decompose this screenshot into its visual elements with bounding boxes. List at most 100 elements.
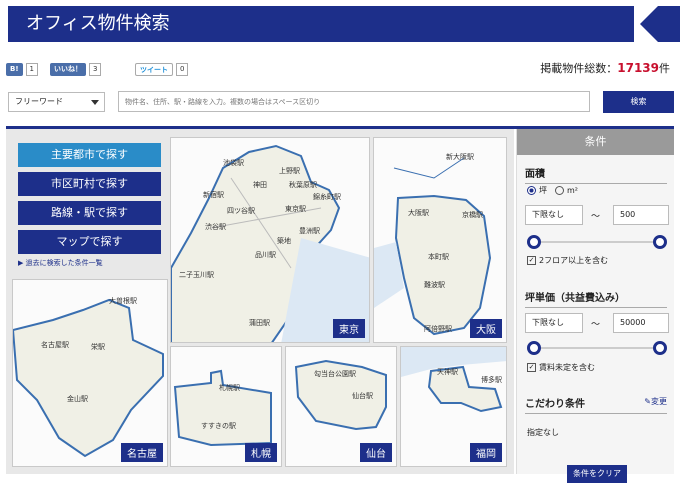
hatena-count: 1 [25, 62, 38, 76]
station-label: 博多駅 [481, 376, 502, 384]
price-min-select[interactable]: 下限なし [525, 313, 583, 333]
price-undetermined-checkbox[interactable]: ✓ 賃料未定を含む [527, 362, 595, 373]
page-title: オフィス物件検索 [8, 6, 634, 42]
total-unit: 件 [659, 62, 670, 75]
map-label-osaka[interactable]: 大阪 [470, 319, 502, 338]
station-label: 蒲田駅 [249, 319, 270, 327]
search-history-link[interactable]: ▶ 過去に検索した条件一覧 [18, 258, 103, 268]
tweet-label: ツイート [135, 62, 173, 76]
kodawari-title: こだわり条件 [525, 399, 585, 410]
station-label: 池袋駅 [223, 159, 244, 167]
map-label-fukuoka[interactable]: 福岡 [470, 443, 502, 462]
price-max-input[interactable]: 50000 [613, 313, 669, 333]
nav-line-station[interactable]: 路線・駅で探す [18, 201, 161, 225]
station-label: 二子玉川駅 [179, 271, 214, 279]
station-label: 京橋駅 [462, 211, 483, 219]
header-arrow-decoration [640, 6, 680, 42]
total-listings: 掲載物件総数：17139件 [540, 60, 670, 76]
station-label: 大阪駅 [408, 209, 429, 217]
checkbox-checked-icon: ✓ [527, 363, 536, 372]
search-button[interactable]: 検索 [603, 91, 674, 113]
kodawari-change-link[interactable]: ✎変更 [644, 396, 667, 407]
tweet-count: 0 [176, 62, 189, 76]
price-slider-max-handle[interactable] [653, 341, 667, 355]
facebook-like-icon: いいね！ [50, 62, 86, 76]
station-label: 四ツ谷駅 [227, 207, 255, 215]
search-mode-value: フリーワード [15, 97, 63, 106]
station-label: 金山駅 [67, 395, 88, 403]
like-count: 3 [89, 62, 102, 76]
station-label: 上野駅 [279, 167, 300, 175]
condition-sidebar: 条件 面積 坪 m² 下限なし 〜 500 ✓ 2フロア以上を含む 坪単価（共益… [516, 129, 674, 483]
price-slider-min-handle[interactable] [527, 341, 541, 355]
area-slider[interactable] [527, 235, 667, 249]
unit-m2-label: m² [567, 186, 578, 195]
edit-icon: ✎ [644, 397, 651, 406]
nagoya-map-shape [13, 298, 164, 458]
station-label: 大曽根駅 [109, 297, 137, 305]
nav-major-cities[interactable]: 主要都市で探す [18, 143, 161, 167]
history-label: 過去に検索した条件一覧 [25, 259, 103, 267]
tweet-button[interactable]: ツイート 0 [135, 62, 189, 76]
chevron-down-icon [91, 100, 99, 105]
map-label-nagoya[interactable]: 名古屋 [121, 443, 163, 462]
map-label-sendai[interactable]: 仙台 [360, 443, 392, 462]
station-label: 渋谷駅 [205, 223, 226, 231]
map-tile-nagoya[interactable]: 大曽根駅 名古屋駅 栄駅 金山駅 名古屋 [12, 279, 168, 467]
sidebar-header: 条件 [517, 129, 674, 155]
station-label: 札幌駅 [219, 384, 240, 392]
osaka-map-shape [374, 157, 492, 336]
map-tile-tokyo[interactable]: 池袋駅 上野駅 秋葉原駅 錦糸町駅 新宿駅 四ツ谷駅 東京駅 渋谷駅 豊洲駅 品… [170, 137, 370, 343]
page-header: オフィス物件検索 [0, 0, 680, 46]
clear-conditions-button[interactable]: 条件をクリア [567, 465, 627, 483]
map-label-tokyo[interactable]: 東京 [333, 319, 365, 338]
station-label: 栄駅 [91, 343, 105, 351]
map-tile-sapporo[interactable]: 札幌駅 すすきの駅 札幌 [170, 346, 282, 467]
radio-m2[interactable] [555, 186, 564, 195]
station-label: 名古屋駅 [41, 341, 69, 349]
nav-map[interactable]: マップで探す [18, 230, 161, 254]
area-section-title: 面積 [525, 165, 667, 184]
station-label: 豊洲駅 [299, 227, 320, 235]
station-label: 天神駅 [437, 368, 458, 376]
area-slider-max-handle[interactable] [653, 235, 667, 249]
area-label: 築地 [277, 237, 291, 245]
station-label: 本町駅 [428, 253, 449, 261]
station-label: 勾当台公園駅 [314, 370, 356, 378]
hatena-icon: B! [6, 62, 23, 76]
station-label: 錦糸町駅 [313, 193, 341, 201]
keyword-input[interactable] [118, 91, 590, 112]
map-tile-osaka[interactable]: 新大阪駅 大阪駅 京橋駅 本町駅 難波駅 阿倍野駅 大阪 [373, 137, 507, 343]
unit-radio-group: 坪 m² [527, 185, 578, 196]
station-label: 仙台駅 [352, 392, 373, 400]
area-two-floor-checkbox[interactable]: ✓ 2フロア以上を含む [527, 255, 608, 266]
hatena-bookmark-button[interactable]: B! 1 [6, 62, 38, 76]
total-label: 掲載物件総数： [540, 62, 618, 75]
map-tile-sendai[interactable]: 勾当台公園駅 仙台駅 仙台 [285, 346, 397, 467]
nav-municipality[interactable]: 市区町村で探す [18, 172, 161, 196]
unit-tsubo-label: 坪 [539, 186, 547, 195]
area-min-select[interactable]: 下限なし [525, 205, 583, 225]
search-mode-select[interactable]: フリーワード [8, 92, 105, 112]
area-label: 神田 [253, 181, 267, 189]
radio-tsubo[interactable] [527, 186, 536, 195]
station-label: 新大阪駅 [446, 153, 474, 161]
area-max-input[interactable]: 500 [613, 205, 669, 225]
station-label: 東京駅 [285, 205, 306, 213]
station-label: 難波駅 [424, 281, 445, 289]
price-range-tilde: 〜 [591, 320, 601, 330]
price-section-title: 坪単価（共益費込み） [525, 289, 667, 308]
area-slider-min-handle[interactable] [527, 235, 541, 249]
change-label: 変更 [651, 397, 667, 406]
map-tile-fukuoka[interactable]: 天神駅 博多駅 福岡 [400, 346, 507, 467]
station-label: 阿倍野駅 [424, 325, 452, 333]
area-check-label: 2フロア以上を含む [539, 256, 609, 265]
checkbox-checked-icon: ✓ [527, 256, 536, 265]
map-label-sapporo[interactable]: 札幌 [245, 443, 277, 462]
kodawari-section-title: こだわり条件 ✎変更 [525, 395, 667, 414]
station-label: すすきの駅 [201, 422, 236, 430]
total-count: 17139 [617, 61, 659, 75]
tokyo-map-shape [171, 144, 369, 342]
price-slider[interactable] [527, 341, 667, 355]
facebook-like-button[interactable]: いいね！ 3 [50, 62, 102, 76]
